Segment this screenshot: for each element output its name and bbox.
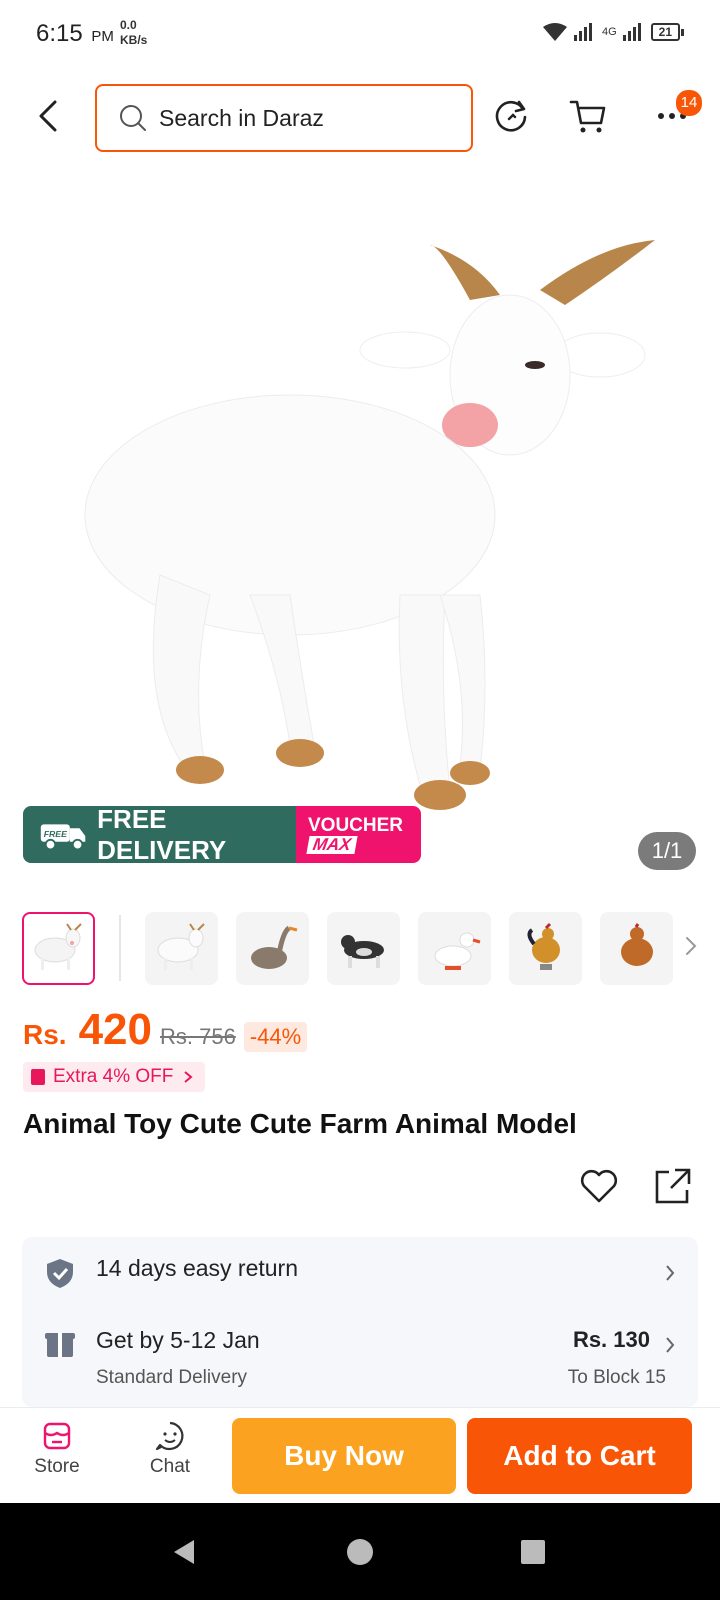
signal-icon-2 (622, 23, 641, 41)
net-speed-value: 0.0 (120, 18, 137, 32)
discount-badge: -44% (243, 1022, 308, 1052)
wifi-icon (542, 23, 567, 41)
refresh-icon (495, 100, 527, 132)
battery-indicator: 21 (650, 23, 685, 41)
product-title: Animal Toy Cute Cute Farm Animal Model (23, 1108, 577, 1139)
signal-icon (573, 23, 592, 41)
voucher-text: VOUCHER (308, 814, 404, 836)
cart-icon (569, 100, 606, 133)
back-button[interactable] (30, 96, 66, 136)
refresh-button[interactable] (492, 96, 532, 136)
thumbnail-hen[interactable] (600, 911, 673, 985)
free-delivery-text: FREE DELIVERY (97, 806, 227, 863)
max-text: MAX (306, 835, 358, 854)
thumbnail-dog[interactable] (327, 911, 400, 985)
chevron-left-icon (39, 100, 57, 132)
package-icon (45, 1333, 75, 1357)
free-badge-text: FREE (44, 828, 68, 838)
time-ampm: PM (91, 28, 114, 45)
store-button[interactable]: Store (12, 1420, 102, 1478)
goat-figure-image (84, 240, 655, 810)
thumbnail-duck[interactable] (418, 911, 491, 985)
delivery-type: Standard Delivery (96, 1367, 248, 1388)
wishlist-button[interactable] (577, 1164, 621, 1208)
chat-button[interactable]: Chat (125, 1420, 215, 1478)
thumbnail-goat-2[interactable] (145, 911, 218, 985)
thumbnail-divider (119, 915, 121, 981)
chevron-right-icon (184, 1071, 193, 1083)
status-bar: 6:15 PM 0.0 KB/s 4G 21 (0, 0, 720, 70)
hen-thumbnail-image (620, 923, 653, 966)
top-header: Search in Daraz 14 (0, 82, 720, 152)
heart-icon (580, 1169, 618, 1203)
system-nav-bar (0, 1503, 720, 1600)
status-time: 6:15 PM (36, 20, 114, 48)
store-label: Store (34, 1456, 80, 1477)
dog-thumbnail-image (340, 935, 384, 968)
delivery-info-card: 14 days easy return Get by 5-12 Jan Stan… (22, 1237, 698, 1407)
rooster-thumbnail-image (526, 922, 560, 970)
thumbnail-goose[interactable] (236, 911, 309, 985)
voucher-max-promo: VOUCHER MAX (296, 806, 421, 863)
return-policy-text: 14 days easy return (96, 1255, 299, 1281)
nav-back-icon[interactable] (170, 1537, 200, 1567)
chevron-right-icon (666, 1337, 675, 1353)
return-policy-row[interactable]: 14 days easy return (22, 1237, 698, 1307)
status-icons: 4G 21 (542, 22, 685, 42)
search-icon (120, 105, 146, 131)
delivery-truck-icon: FREE (40, 823, 86, 850)
delivery-estimate-row[interactable]: Get by 5-12 Jan Standard Delivery Rs. 13… (22, 1307, 698, 1407)
chat-icon (155, 1421, 184, 1451)
delivery-date: Get by 5-12 Jan (96, 1327, 260, 1353)
price-row: Rs. 420 Rs. 756 -44% (23, 1005, 308, 1055)
net-speed: 0.0 KB/s (120, 18, 147, 48)
share-button[interactable] (651, 1164, 695, 1208)
free-delivery-promo: FREE FREE DELIVERY (23, 806, 296, 863)
network-type: 4G (601, 26, 617, 38)
nav-home-icon[interactable] (345, 1537, 375, 1567)
search-placeholder: Search in Daraz (159, 104, 324, 131)
nav-recents-icon[interactable] (518, 1537, 548, 1567)
search-input[interactable]: Search in Daraz (95, 84, 473, 152)
coupon-tag-icon (31, 1069, 45, 1085)
thumbnail-goat[interactable] (22, 911, 95, 985)
delivery-price: Rs. 130 (572, 1327, 650, 1352)
goose-thumbnail-image (250, 925, 297, 969)
price-currency: Rs. (23, 1019, 67, 1050)
chevron-right-icon[interactable] (684, 934, 698, 958)
shield-check-icon (47, 1259, 73, 1288)
thumbnail-strip (22, 910, 698, 986)
chevron-right-icon (666, 1265, 675, 1281)
chat-label: Chat (149, 1456, 191, 1477)
duck-thumbnail-image (434, 932, 480, 970)
bottom-action-bar: Store Chat Buy Now Add to Cart (0, 1407, 720, 1503)
price-value: 420 (78, 1005, 152, 1054)
share-icon (655, 1168, 691, 1204)
original-price: Rs. 756 (160, 1024, 236, 1049)
store-icon (43, 1422, 71, 1450)
net-speed-unit: KB/s (120, 33, 148, 47)
notification-badge: 14 (676, 90, 702, 116)
product-image[interactable] (0, 175, 720, 880)
thumbnail-rooster[interactable] (509, 911, 582, 985)
image-counter: 1/1 (638, 832, 696, 870)
buy-now-button[interactable]: Buy Now (232, 1418, 456, 1494)
add-to-cart-button[interactable]: Add to Cart (467, 1418, 692, 1494)
goat-thumbnail-image (34, 923, 82, 970)
goat-thumbnail-image (157, 923, 205, 970)
extra-off-text: Extra 4% OFF (53, 1066, 174, 1087)
time-value: 6:15 (36, 20, 83, 47)
extra-off-coupon[interactable]: Extra 4% OFF (23, 1062, 206, 1092)
promo-banner[interactable]: FREE FREE DELIVERY VOUCHER MAX (23, 806, 421, 863)
cart-button[interactable] (568, 96, 608, 136)
delivery-destination: To Block 15 (567, 1367, 666, 1388)
